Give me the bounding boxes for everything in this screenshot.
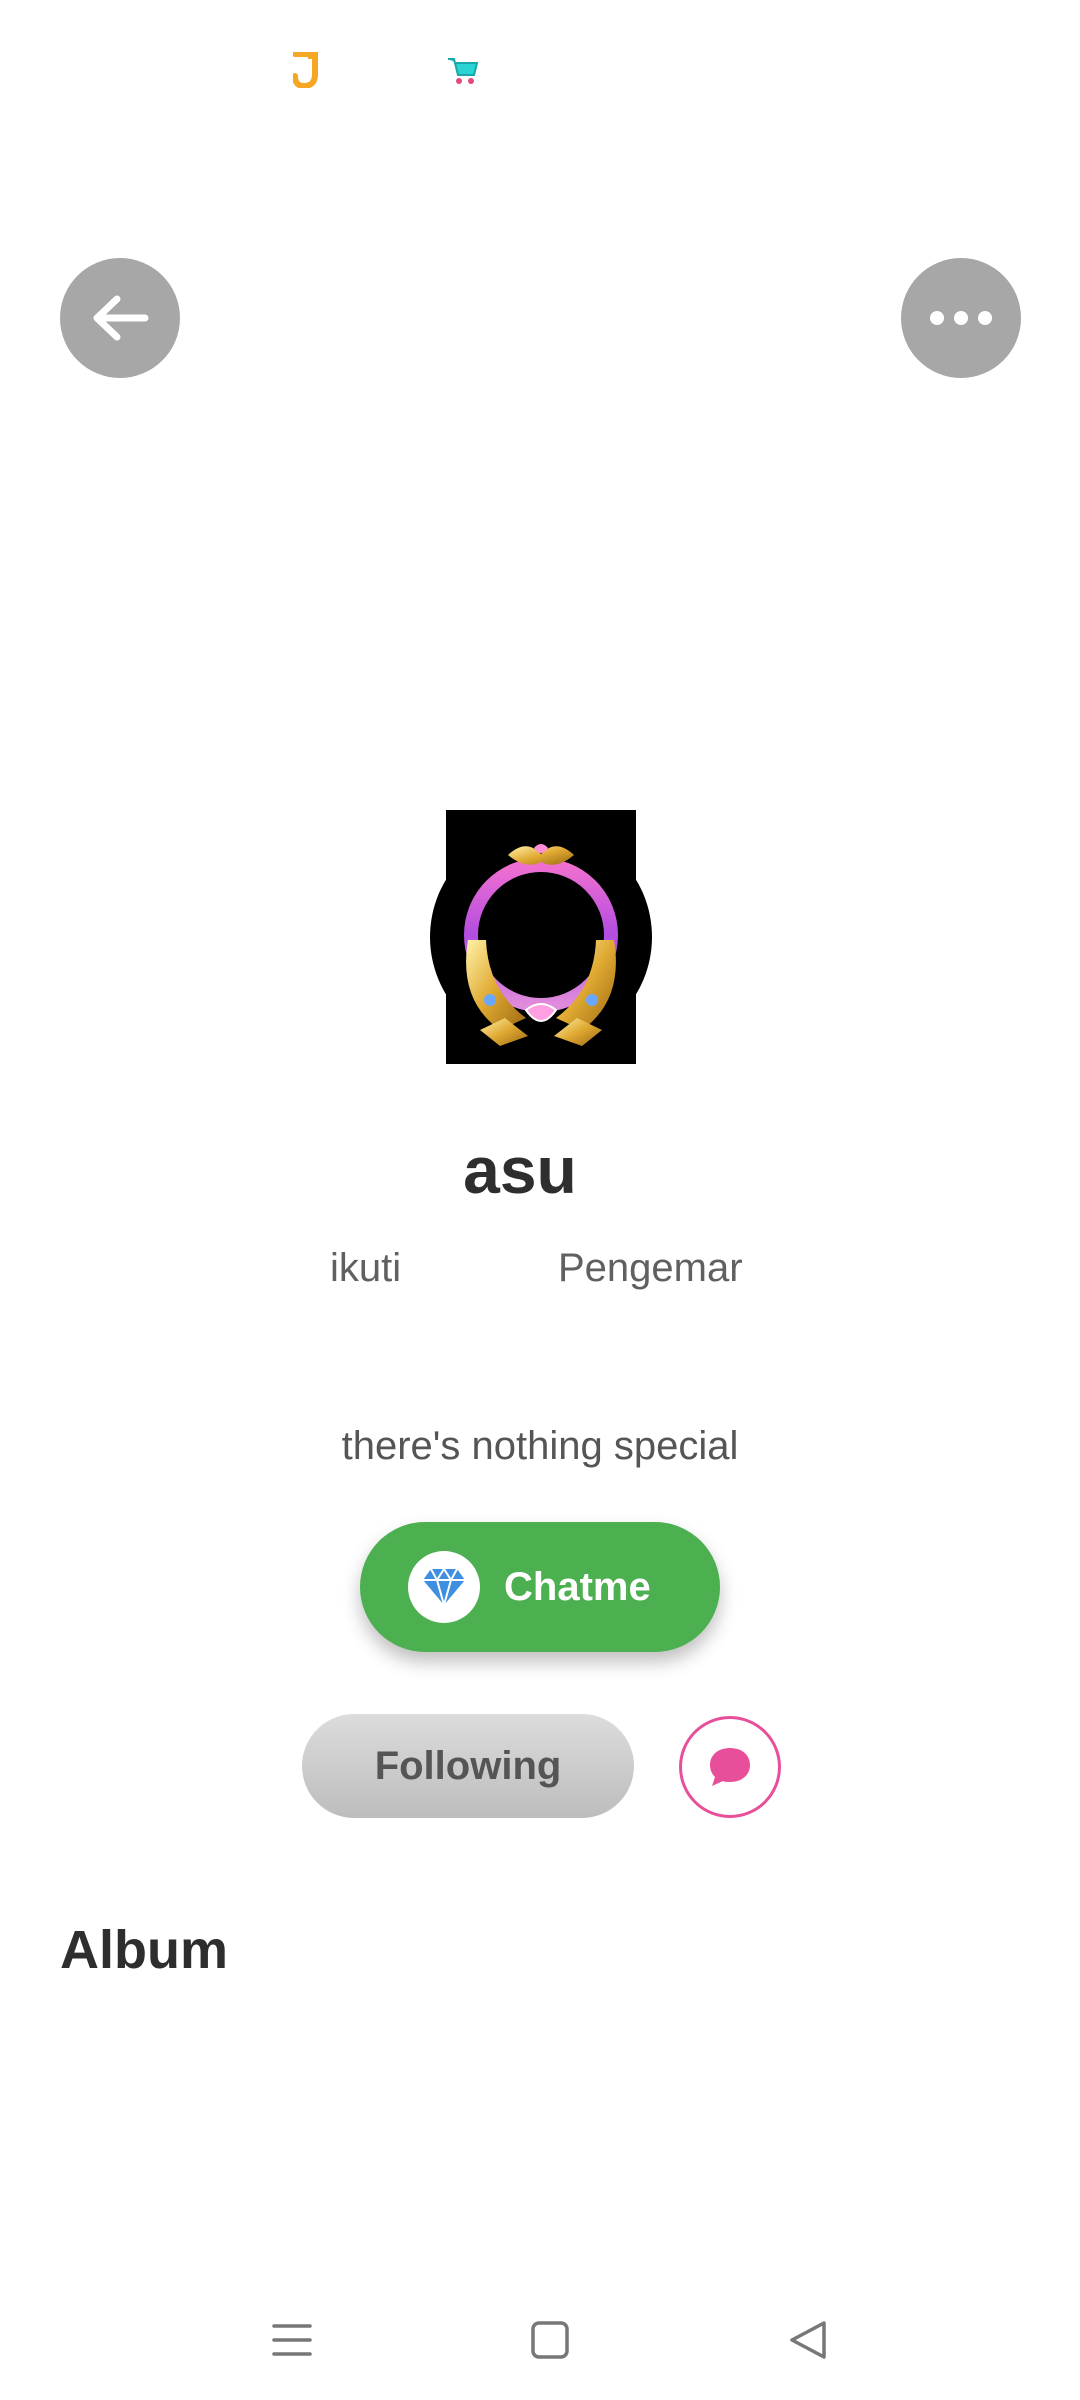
album-section-title: Album	[60, 1920, 228, 1980]
chat-bubble-icon	[710, 1748, 750, 1786]
stats-row: ikuti Pengemar	[0, 1240, 1080, 1296]
status-bar	[0, 0, 1080, 140]
system-navigation-bar	[0, 2290, 1080, 2380]
back-triangle-icon[interactable]	[778, 2310, 838, 2370]
more-horizontal-icon	[930, 311, 992, 325]
bio-text: there's nothing special	[341, 1424, 739, 1468]
shopping-cart-icon	[445, 52, 481, 88]
more-options-button[interactable]	[901, 258, 1021, 378]
diamond-icon	[408, 1551, 480, 1623]
j-app-icon	[288, 52, 324, 88]
following-button[interactable]: Following	[302, 1714, 634, 1818]
avatar-frame-image	[464, 844, 618, 1046]
following-count-label[interactable]: ikuti	[330, 1240, 401, 1296]
username: asu	[463, 1133, 577, 1207]
avatar[interactable]	[430, 810, 652, 1064]
chatme-button[interactable]: Chatme	[360, 1522, 720, 1652]
back-button[interactable]	[60, 258, 180, 378]
message-button[interactable]	[679, 1716, 781, 1818]
menu-icon[interactable]	[262, 2310, 322, 2370]
fans-count-label[interactable]: Pengemar	[558, 1240, 743, 1296]
home-square-icon[interactable]	[520, 2310, 580, 2370]
chatme-label: Chatme	[504, 1564, 651, 1609]
arrow-left-icon	[93, 295, 149, 341]
